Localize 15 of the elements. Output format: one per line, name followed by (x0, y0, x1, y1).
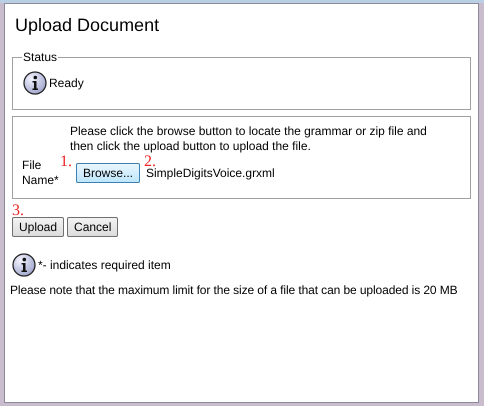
browse-button[interactable]: Browse... (76, 163, 140, 183)
group-legend: Status (23, 50, 58, 64)
file-name: SimpleDigitsVoice.grxml (146, 166, 275, 180)
cancel-button[interactable]: Cancel (67, 217, 118, 237)
annotation-number: 3. (12, 203, 24, 217)
field-label: File Name* (22, 158, 56, 188)
instructions-text: Please click the browse button to locate the grammar or zip file and then click the upload button to upload the file. (70, 124, 428, 154)
size-limit-note: Please note that the maximum limit for the size of a file that can be uploaded is 20 MB (10, 283, 459, 297)
info-icon (23, 71, 47, 95)
info-icon (12, 253, 36, 277)
required-note: *- indicates required item (38, 258, 171, 272)
annotation-number: 1. (60, 154, 72, 170)
page-title: Upload Document (15, 14, 160, 36)
status-message: Ready (49, 76, 84, 90)
upload-button[interactable]: Upload (12, 217, 64, 237)
